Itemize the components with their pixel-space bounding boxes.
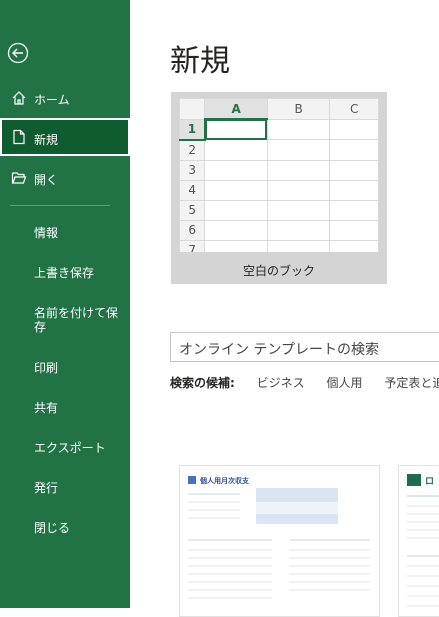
main-panel: 新規 A B C 1 2 3 4 5 6 7 空白のブック オンライン テンプレ… [130,0,439,617]
nav-open[interactable]: 開く [0,168,130,188]
back-arrow-icon[interactable] [7,42,29,64]
template-thumbnail: ロ [407,474,439,607]
nav-home[interactable]: ホーム [0,88,130,108]
template-search-input[interactable]: オンライン テンプレートの検索 [170,332,439,362]
nav-new-label: 新規 [34,133,59,147]
template-card-second[interactable]: ロ [398,465,439,617]
suggestion-business[interactable]: ビジネス [257,376,305,390]
column-header: A [204,98,268,120]
blank-workbook-preview: A B C 1 2 3 4 5 6 7 [179,98,379,252]
row-header: 7 [179,239,206,252]
sidebar-item-save[interactable]: 上書き保存 [34,266,122,280]
sidebar-item-share[interactable]: 共有 [34,401,122,415]
blank-workbook-card[interactable]: A B C 1 2 3 4 5 6 7 空白のブック [171,92,387,284]
search-suggestions: 検索の候補: ビジネス 個人用 予定表と追跡 [170,374,439,391]
home-icon [12,91,26,105]
template-card-personal-budget[interactable]: 個人用月次収支 [179,465,380,617]
sidebar-item-close[interactable]: 閉じる [34,521,122,535]
row-header: 6 [179,219,206,241]
sidebar-item-save-as[interactable]: 名前を付けて保存 [34,306,122,334]
row-header: 3 [179,159,206,181]
template-thumbnail: 個人用月次収支 [188,476,370,599]
row-header: 5 [179,199,206,221]
sidebar-item-publish[interactable]: 発行 [34,481,122,495]
new-document-icon [13,129,25,145]
nav-new[interactable]: 新規 [0,118,130,156]
nav-open-label: 開く [34,173,59,187]
row-header: 2 [179,139,206,161]
row-header: 4 [179,179,206,201]
suggestion-calendar[interactable]: 予定表と追跡 [384,376,439,390]
column-header: C [329,98,379,120]
nav-home-label: ホーム [34,93,70,107]
sidebar-item-print[interactable]: 印刷 [34,361,122,375]
blank-workbook-label: 空白のブック [242,264,315,278]
backstage-sidebar: ホーム 新規 開く 情報 上書き保存 名前を付けて保存 印刷 共有 エクスポート… [0,0,130,608]
suggestion-personal[interactable]: 個人用 [326,376,362,390]
page-title: 新規 [170,44,230,79]
template-title: 個人用月次収支 [199,476,250,485]
open-folder-icon [11,172,27,184]
sidebar-item-info[interactable]: 情報 [34,226,122,240]
corner-cell [179,98,206,120]
column-header: B [266,98,331,120]
template-title: ロ [425,477,434,487]
sidebar-item-export[interactable]: エクスポート [34,441,122,455]
suggestions-lead: 検索の候補: [170,376,235,390]
row-header: 1 [179,118,206,141]
sidebar-divider [10,205,110,206]
